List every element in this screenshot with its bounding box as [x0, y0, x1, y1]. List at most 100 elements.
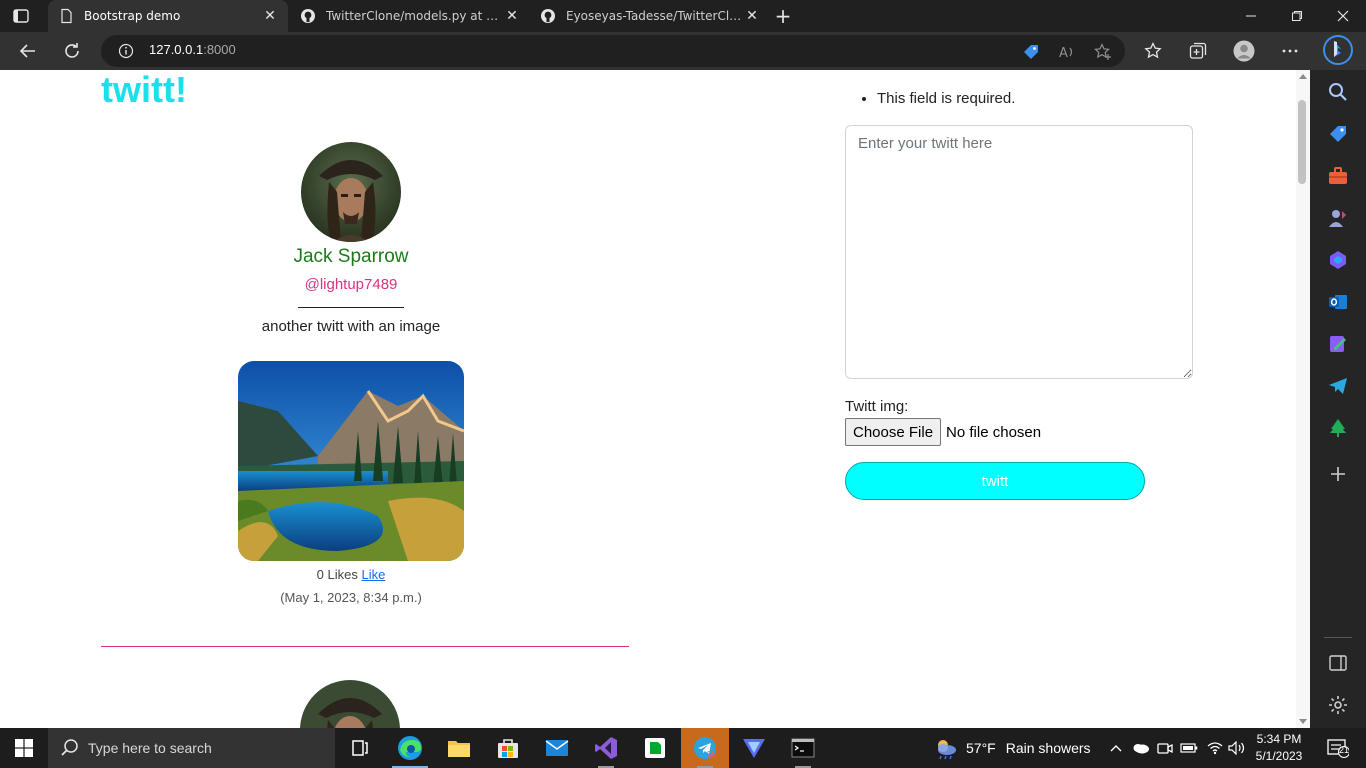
- file-input: Choose File No file chosen: [845, 418, 1195, 446]
- scroll-thumb[interactable]: [1298, 100, 1306, 184]
- twitt-text: another twitt with an image: [261, 318, 441, 335]
- taskbar-evernote[interactable]: [631, 728, 679, 768]
- close-tab-icon[interactable]: ✕: [744, 8, 760, 24]
- twitt-submit-button[interactable]: twitt: [845, 462, 1145, 500]
- refresh-button[interactable]: [58, 38, 86, 64]
- post-divider: [101, 646, 629, 647]
- telegram-unread-badge: 55: [707, 750, 716, 759]
- site-logo[interactable]: twitt!: [101, 70, 187, 110]
- coupon-tag-icon[interactable]: [1022, 43, 1040, 61]
- taskbar-file-explorer[interactable]: [435, 728, 483, 768]
- microsoft-365-icon[interactable]: [1328, 250, 1348, 270]
- add-app-icon[interactable]: [1328, 464, 1348, 484]
- taskbar-search-box[interactable]: Type here to search: [48, 728, 335, 768]
- new-tab-button[interactable]: +: [772, 6, 794, 26]
- collections-icon: [1189, 42, 1207, 59]
- github-icon: [301, 9, 315, 23]
- notification-center-button[interactable]: 21: [1318, 728, 1358, 768]
- weather-widget[interactable]: 57°F Rain showers: [932, 728, 1091, 768]
- twitt-textarea[interactable]: [845, 125, 1193, 379]
- favorites-star-icon: [1144, 42, 1162, 59]
- volume-tray[interactable]: [1226, 728, 1248, 768]
- sidebar-settings-gear-icon[interactable]: [1328, 695, 1348, 715]
- outlook-icon[interactable]: [1328, 292, 1348, 312]
- rain-cloud-icon: [938, 740, 956, 760]
- chevron-up-icon: [1110, 745, 1122, 752]
- telegram-send-icon[interactable]: [1328, 376, 1348, 396]
- address-bar[interactable]: 127.0.0.1:8000 A: [101, 35, 1125, 67]
- clock-time: 5:34 PM: [1256, 732, 1302, 746]
- restore-button[interactable]: [1274, 0, 1320, 32]
- hide-sidebar-icon[interactable]: [1328, 653, 1348, 673]
- scroll-down-arrow-icon[interactable]: [1299, 719, 1307, 724]
- read-aloud-icon[interactable]: A: [1058, 43, 1076, 61]
- author-handle[interactable]: @lightup7489: [101, 276, 601, 293]
- favorites-button[interactable]: [1142, 40, 1164, 62]
- collections-button[interactable]: [1187, 40, 1209, 62]
- page-scrollbar[interactable]: [1296, 70, 1310, 728]
- tab-eyoseyas-repo[interactable]: Eyoseyas-Tadesse/TwitterClone: S ✕: [530, 0, 770, 32]
- like-count: 0 Likes: [316, 567, 358, 582]
- taskbar-mail[interactable]: [533, 728, 581, 768]
- lake-landscape-image: [238, 361, 464, 561]
- like-link[interactable]: Like: [361, 567, 385, 582]
- close-window-button[interactable]: [1320, 0, 1366, 32]
- start-button[interactable]: [0, 728, 48, 768]
- taskbar-edge[interactable]: [386, 728, 434, 768]
- tab-actions-icon[interactable]: [12, 7, 30, 25]
- taskbar-clock[interactable]: 5:34 PM 5/1/2023: [1252, 731, 1306, 765]
- camera-icon: [1157, 743, 1173, 754]
- site-info-icon[interactable]: [118, 43, 134, 59]
- choose-file-button[interactable]: Choose File: [845, 418, 942, 446]
- bing-chat-button[interactable]: [1323, 35, 1353, 65]
- taskbar-vpn-app[interactable]: [730, 728, 778, 768]
- twitt-image[interactable]: [238, 361, 464, 561]
- evernote-icon: [645, 738, 665, 758]
- games-icon[interactable]: [1328, 208, 1348, 228]
- weather-temperature: 57°F: [966, 740, 996, 756]
- edge-sidebar: [1310, 70, 1366, 728]
- show-hidden-icons-button[interactable]: [1106, 728, 1126, 768]
- taskbar-microsoft-store[interactable]: [484, 728, 532, 768]
- speaker-icon: [1228, 741, 1245, 755]
- folder-icon: [448, 741, 470, 757]
- add-favorite-icon[interactable]: [1094, 43, 1112, 61]
- url-host: 127.0.0.1: [149, 42, 204, 57]
- author-name[interactable]: Jack Sparrow: [101, 246, 601, 268]
- weather-condition: Rain showers: [1005, 740, 1091, 756]
- tab-bootstrap-demo[interactable]: Bootstrap demo ✕: [48, 0, 288, 32]
- close-tab-icon[interactable]: ✕: [262, 8, 278, 24]
- task-view-button[interactable]: [336, 728, 384, 768]
- taskbar-search-placeholder: Type here to search: [88, 740, 212, 756]
- taskbar-visual-studio[interactable]: [582, 728, 630, 768]
- search-icon[interactable]: [1328, 82, 1348, 102]
- mail-icon: [545, 740, 569, 756]
- close-icon: [1337, 10, 1349, 22]
- form-error: This field is required.: [877, 90, 1195, 107]
- author-avatar[interactable]: [301, 142, 401, 242]
- taskbar-telegram[interactable]: 55: [681, 728, 729, 768]
- settings-more-button[interactable]: [1279, 40, 1301, 62]
- tree-icon[interactable]: [1328, 418, 1348, 438]
- browser-title-bar: Bootstrap demo ✕ TwitterClone/models.py …: [0, 0, 1366, 32]
- profile-button[interactable]: [1233, 40, 1255, 62]
- meet-now-tray[interactable]: [1154, 728, 1176, 768]
- twitt-timestamp: (May 1, 2023, 8:34 p.m.): [280, 590, 422, 605]
- tab-twitterclone-models[interactable]: TwitterClone/models.py at master ✕: [290, 0, 530, 32]
- clock-date: 5/1/2023: [1255, 749, 1303, 763]
- shopping-tag-icon[interactable]: [1328, 124, 1348, 144]
- wifi-tray[interactable]: [1204, 728, 1226, 768]
- browser-toolbar: 127.0.0.1:8000 A: [0, 32, 1366, 70]
- github-icon: [541, 9, 555, 23]
- minimize-button[interactable]: [1228, 0, 1274, 32]
- drop-icon[interactable]: [1328, 334, 1348, 354]
- back-button[interactable]: [14, 38, 42, 64]
- battery-tray[interactable]: [1178, 728, 1200, 768]
- scroll-up-arrow-icon[interactable]: [1299, 74, 1307, 79]
- close-tab-icon[interactable]: ✕: [504, 8, 520, 24]
- tab-title: Bootstrap demo: [84, 9, 181, 23]
- taskbar-terminal[interactable]: [779, 728, 827, 768]
- author-avatar[interactable]: [300, 680, 400, 728]
- tools-icon[interactable]: [1328, 166, 1348, 186]
- onedrive-tray[interactable]: [1130, 728, 1152, 768]
